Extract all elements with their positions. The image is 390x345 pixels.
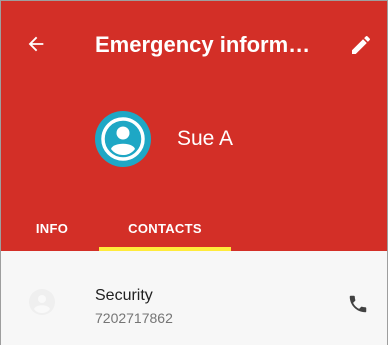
page-title: Emergency inform… xyxy=(95,32,311,57)
tab-bar: INFO CONTACTS xyxy=(1,205,387,251)
profile-name: Sue A xyxy=(177,127,234,150)
contact-row[interactable]: Security 7202717862 xyxy=(1,263,387,339)
contacts-list: Security 7202717862 xyxy=(1,251,387,345)
tab-contacts[interactable]: CONTACTS xyxy=(99,205,231,251)
pencil-icon xyxy=(352,35,371,54)
tab-info[interactable]: INFO xyxy=(17,205,87,251)
contact-name: Security xyxy=(95,287,153,304)
account-circle-icon xyxy=(95,111,151,167)
phone-icon xyxy=(349,295,367,313)
call-button[interactable] xyxy=(345,291,371,317)
account-circle-icon xyxy=(29,289,55,315)
profile: Sue A xyxy=(95,111,233,167)
emergency-info-screen: Emergency inform… Sue A INFO CONTACTS Se… xyxy=(0,0,388,345)
edit-button[interactable] xyxy=(347,31,375,59)
contact-number: 7202717862 xyxy=(95,310,173,326)
arrow-back-icon xyxy=(28,36,44,52)
toolbar: Emergency inform… xyxy=(1,1,387,89)
header: Emergency inform… Sue A INFO CONTACTS xyxy=(1,1,387,251)
back-button[interactable] xyxy=(23,31,49,57)
